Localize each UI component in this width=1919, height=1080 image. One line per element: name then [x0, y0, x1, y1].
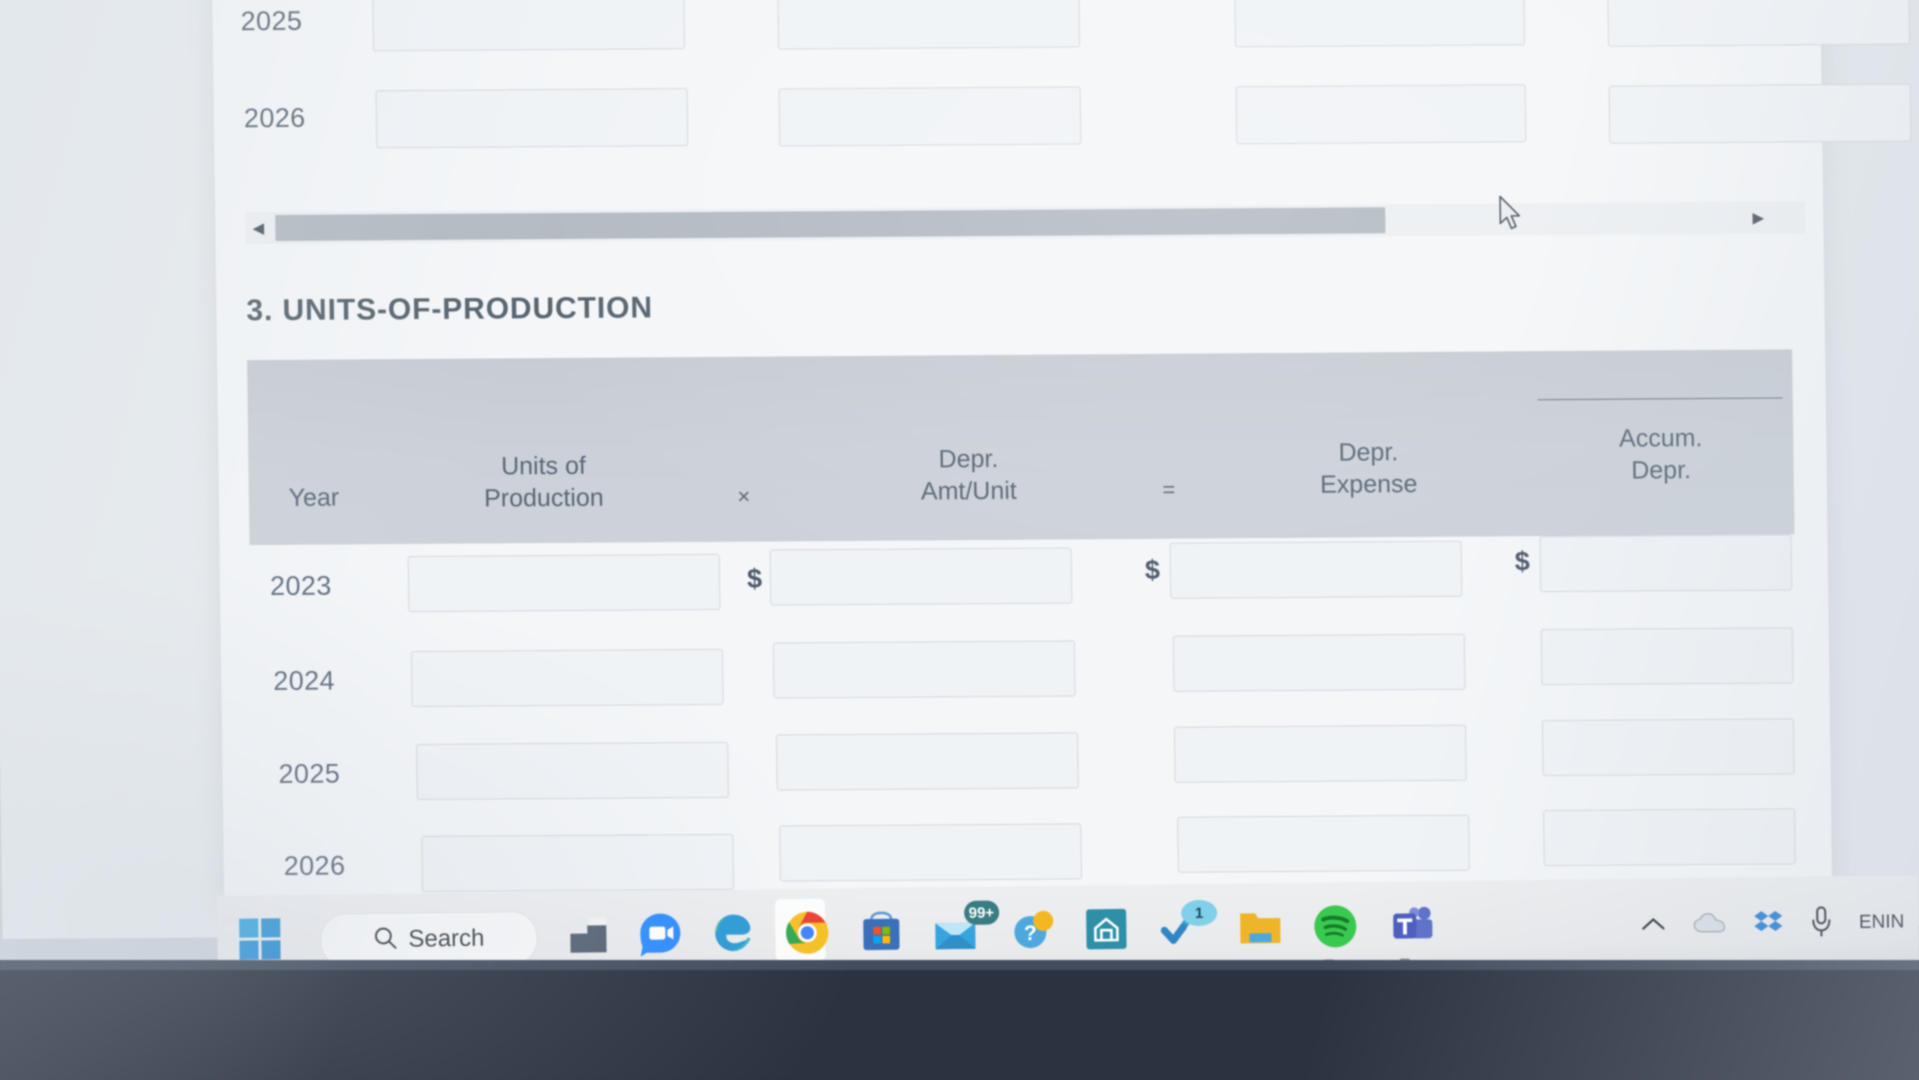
table-row: 2025 %	[212, 0, 1911, 52]
edge-icon	[709, 910, 756, 962]
input-accum[interactable]	[1608, 83, 1912, 144]
windows-logo-icon	[238, 917, 283, 967]
input-expense[interactable]	[1235, 84, 1527, 145]
search-label: Search	[408, 924, 485, 953]
input-depr-expense[interactable]	[1172, 633, 1466, 692]
chrome-icon	[784, 909, 831, 961]
dropbox-icon[interactable]	[1753, 909, 1783, 937]
mail-unread-badge: 99+	[963, 900, 1000, 925]
header-units-of-production-line2: Production	[483, 483, 604, 513]
app-teal-icon	[1083, 905, 1130, 957]
row-year-label: 2023	[269, 570, 332, 602]
file-explorer-icon	[567, 915, 612, 961]
system-tray: EN IN	[1638, 875, 1911, 970]
monitor-bezel	[0, 960, 1919, 1080]
input-depr-expense[interactable]	[1173, 724, 1467, 783]
input-units[interactable]	[375, 88, 689, 149]
input-depr-amt-per-unit[interactable]	[769, 547, 1073, 606]
scroll-right-arrow-icon[interactable]: ▶	[1745, 202, 1771, 234]
accum-depr-rule	[1537, 397, 1783, 401]
scroll-left-arrow-icon[interactable]: ◀	[245, 212, 271, 244]
table-body: 2023 $ $ $ 2024 2025 2026	[249, 534, 1800, 892]
language-line1: EN	[1858, 911, 1886, 933]
row-year-label: 2026	[243, 102, 306, 134]
input-units-of-production[interactable]	[410, 648, 724, 708]
input-units[interactable]	[372, 0, 686, 52]
horizontal-scrollbar[interactable]: ◀ ▶	[245, 201, 1806, 245]
spotify-icon	[1312, 903, 1359, 955]
dollar-sign-amt-unit: $	[746, 563, 763, 594]
equals-operator: =	[1162, 476, 1176, 502]
microphone-icon[interactable]	[1809, 905, 1833, 939]
input-accum-depr[interactable]	[1539, 534, 1793, 593]
input-depr-expense[interactable]	[1169, 540, 1463, 599]
input-accum-depr[interactable]	[1541, 718, 1795, 777]
input-accum-depr[interactable]	[1543, 808, 1796, 867]
monitor-photo: 2025 % 2026 %	[0, 0, 1919, 1080]
worksheet-sheet: 2025 % 2026 %	[211, 0, 1912, 908]
teams-icon	[1388, 902, 1437, 954]
table-row: 2025	[252, 718, 1798, 819]
input-rate[interactable]	[777, 0, 1081, 50]
input-expense[interactable]	[1234, 0, 1526, 48]
row-year-label: 2025	[240, 5, 303, 37]
zoom-icon	[637, 911, 684, 963]
units-of-production-table: Year Units of Production × Depr. Amt/Uni…	[247, 349, 1800, 892]
language-line2: IN	[1885, 910, 1905, 933]
row-year-label: 2024	[273, 665, 336, 697]
language-indicator[interactable]: EN IN	[1859, 911, 1905, 933]
todo-count-badge: 1	[1180, 899, 1218, 927]
question-mark-help-icon: ?	[1010, 906, 1057, 958]
input-depr-amt-per-unit[interactable]	[776, 732, 1079, 791]
search-icon	[372, 924, 398, 955]
header-depr-amt-per-unit-line2: Amt/Unit	[920, 476, 1017, 506]
input-accum[interactable]	[1607, 0, 1911, 47]
table-row: 2024	[251, 627, 1797, 726]
microsoft-store-icon	[859, 909, 904, 959]
input-depr-expense[interactable]	[1177, 814, 1470, 873]
page-left-gutter	[0, 0, 225, 939]
onedrive-icon[interactable]	[1693, 913, 1727, 935]
svg-text:?: ?	[1024, 921, 1037, 944]
input-units-of-production[interactable]	[416, 741, 729, 801]
input-rate[interactable]	[778, 86, 1082, 147]
dollar-sign-accum: $	[1514, 546, 1531, 577]
input-units-of-production[interactable]	[421, 833, 735, 892]
input-depr-amt-per-unit[interactable]	[772, 640, 1076, 699]
dollar-sign-expense: $	[1144, 554, 1161, 585]
input-depr-amt-per-unit[interactable]	[779, 823, 1082, 882]
header-accum-depr-line2: Depr.	[1631, 456, 1692, 485]
show-hidden-icons-button[interactable]	[1639, 914, 1667, 934]
header-accum-depr-line1: Accum.	[1618, 424, 1703, 453]
input-accum-depr[interactable]	[1540, 627, 1794, 686]
header-depr-expense-line2: Expense	[1319, 470, 1418, 499]
table-header-row: Year Units of Production × Depr. Amt/Uni…	[247, 349, 1795, 546]
row-year-label: 2026	[283, 850, 346, 881]
input-units-of-production[interactable]	[407, 553, 721, 613]
section-title: 3. UNITS-OF-PRODUCTION	[246, 291, 654, 328]
multiply-operator: ×	[737, 483, 751, 509]
header-depr-expense-line1: Depr.	[1338, 438, 1399, 467]
header-depr-amt-per-unit-line1: Depr.	[938, 444, 999, 474]
straight-line-table-partial: 2025 % 2026 %	[212, 0, 1912, 187]
folder-icon	[1237, 906, 1284, 952]
table-row: 2026 %	[213, 66, 1912, 149]
header-units-of-production-line1: Units of	[500, 451, 587, 481]
browser-page-background: 2025 % 2026 %	[0, 0, 1919, 939]
table-row: 2023 $ $ $	[249, 534, 1795, 631]
row-year-label: 2025	[278, 758, 341, 789]
header-year: Year	[288, 483, 340, 512]
